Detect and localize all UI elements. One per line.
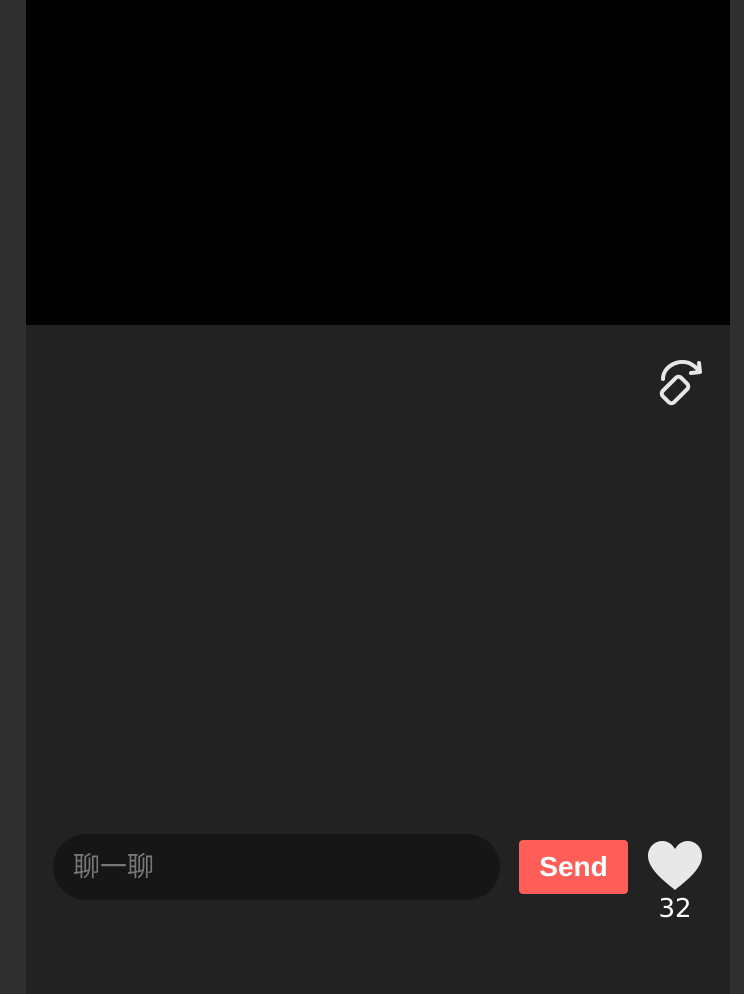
- rotate-screen-icon: [659, 360, 702, 406]
- send-button[interactable]: Send: [519, 840, 628, 894]
- rotate-screen-button[interactable]: [654, 354, 706, 410]
- video-player[interactable]: [26, 0, 730, 325]
- bottom-interaction-bar: Send 32: [26, 826, 730, 936]
- chat-input[interactable]: [53, 834, 500, 900]
- live-room: Send 32: [26, 0, 730, 994]
- heart-icon: [648, 841, 702, 890]
- like-button[interactable]: 32: [644, 840, 706, 932]
- like-count: 32: [658, 894, 692, 924]
